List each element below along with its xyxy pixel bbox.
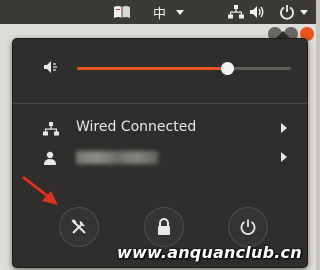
top-bar: 中: [0, 0, 316, 24]
power-icon: [240, 219, 256, 235]
input-method-indicator[interactable]: 中: [153, 0, 166, 24]
volume-slider[interactable]: [77, 62, 291, 75]
menu-divider: [13, 103, 307, 104]
lock-icon: [158, 218, 170, 235]
volume-low-icon: [43, 59, 61, 79]
volume-slider-handle[interactable]: [220, 62, 234, 75]
power-off-button[interactable]: [228, 207, 268, 247]
chevron-down-icon[interactable]: [300, 0, 308, 24]
volume-slider-fill: [77, 67, 227, 70]
wired-connection-label: Wired Connected: [76, 119, 197, 135]
user-account-item[interactable]: [13, 144, 307, 170]
chevron-right-icon: [281, 152, 287, 162]
chevron-right-icon: [281, 123, 287, 133]
system-menu: Wired Connected: [12, 38, 308, 268]
power-icon[interactable]: [279, 0, 295, 24]
user-icon: [43, 150, 57, 169]
book-icon[interactable]: [110, 0, 134, 24]
chevron-down-icon[interactable]: [176, 0, 184, 24]
wired-connection-item[interactable]: Wired Connected: [13, 115, 307, 141]
network-wired-icon: [43, 121, 59, 140]
settings-button[interactable]: [59, 207, 99, 247]
user-name-redacted: [76, 151, 158, 164]
annotation-arrow-icon: [22, 175, 58, 205]
input-method-label: 中: [153, 6, 167, 22]
network-icon[interactable]: [228, 0, 244, 24]
volume-row: [13, 55, 307, 81]
lock-button[interactable]: [144, 207, 184, 247]
watermark-text: www.anquanclub.cn: [117, 243, 302, 262]
settings-icon: [71, 219, 86, 234]
volume-icon[interactable]: [249, 0, 267, 24]
